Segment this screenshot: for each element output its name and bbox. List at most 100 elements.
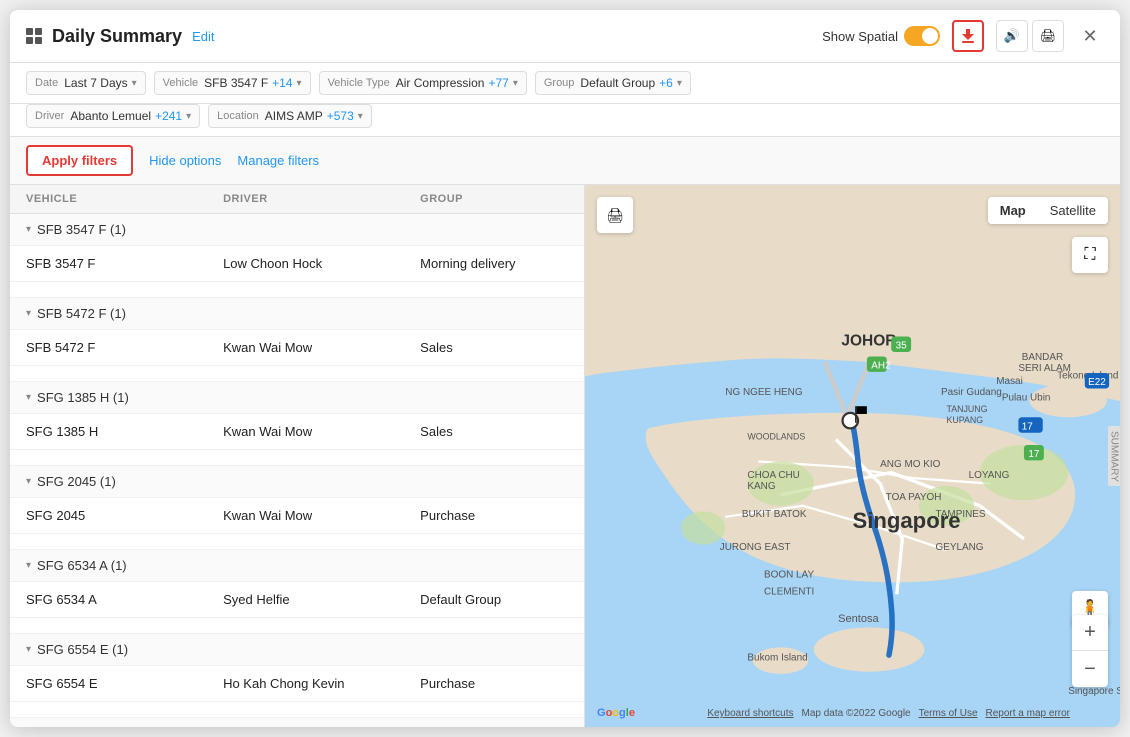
driver-cell: Syed Helfie [223,592,420,607]
map-type-map-button[interactable]: Map [988,197,1038,224]
filter-group-value: Default Group [580,76,655,90]
svg-text:GEYLANG: GEYLANG [935,542,983,553]
chevron-down-icon: ▾ [358,111,363,122]
show-spatial-container: Show Spatial [822,26,940,46]
speaker-button[interactable]: 🔊 [996,20,1028,52]
download-button[interactable] [952,20,984,52]
titlebar-left: Daily Summary Edit [26,26,214,47]
svg-text:NG NGEE HENG: NG NGEE HENG [725,387,802,398]
show-spatial-label: Show Spatial [822,29,898,44]
filter-vehicle-type-value: Air Compression [396,76,485,90]
table-row[interactable]: SFG 6554 E Ho Kah Chong Kevin Purchase [10,666,584,702]
table-row[interactable]: SFB 5472 F Kwan Wai Mow Sales [10,330,584,366]
main-window: Daily Summary Edit Show Spatial 🔊 [10,10,1120,727]
filter-location[interactable]: Location AIMS AMP +573 ▾ [208,104,372,128]
sidebar-collapse-handle[interactable]: SUMMARY [1108,426,1120,486]
google-letter-g: G [597,707,606,719]
svg-text:TANJUNG: TANJUNG [947,404,988,414]
hide-options-button[interactable]: Hide options [149,153,221,168]
driver-cell: Kwan Wai Mow [223,508,420,523]
fullscreen-icon: ⛶ [1084,246,1095,264]
group-row[interactable]: ▾SFB 3547 F (1) [10,214,584,246]
table-body: ▾SFB 3547 F (1) SFB 3547 F Low Choon Hoc… [10,214,584,727]
terms-of-use[interactable]: Terms of Use [919,708,978,719]
chevron-down-icon: ▾ [297,78,302,89]
keyboard-shortcuts[interactable]: Keyboard shortcuts [707,708,793,719]
filter-date[interactable]: Date Last 7 Days ▾ [26,71,146,95]
group-row[interactable]: ▾SFG 2045 (1) [10,466,584,498]
group-row[interactable]: ▾SFG 1385 H (1) [10,382,584,414]
main-content: VEHICLE DRIVER GROUP ▾SFB 3547 F (1) SFB… [10,185,1120,727]
chevron-icon: ▾ [26,392,31,403]
group-row[interactable]: ▾SFG 6534 A (1) [10,550,584,582]
filter-vehicle-type[interactable]: Vehicle Type Air Compression +77 ▾ [319,71,527,95]
chevron-down-icon: ▾ [186,111,191,122]
svg-text:Pulau Ubin: Pulau Ubin [1002,393,1051,404]
page-title: Daily Summary [52,26,182,47]
table-row[interactable]: SFG 2045 Kwan Wai Mow Purchase [10,498,584,534]
chevron-icon: ▾ [26,476,31,487]
chevron-icon: ▾ [26,644,31,655]
print-button[interactable]: 🖨 [1032,20,1064,52]
edit-link[interactable]: Edit [192,29,214,44]
table-row[interactable]: SFB 3547 F Low Choon Hock Morning delive… [10,246,584,282]
driver-cell: Kwan Wai Mow [223,424,420,439]
group-row[interactable]: ▾SFG 6554 E (1) [10,634,584,666]
svg-text:CLEMENTI: CLEMENTI [764,586,814,597]
svg-text:KANG: KANG [747,481,775,492]
show-spatial-toggle[interactable] [904,26,940,46]
driver-cell: Kwan Wai Mow [223,340,420,355]
map-background: JOHOR NG NGEE HENG WOODLANDS CHOA CHU KA… [585,185,1120,727]
group-label: SFG 6752 Z (1) [37,726,127,727]
filter-vehicle[interactable]: Vehicle SFB 3547 F +14 ▾ [154,71,311,95]
spacer-row [10,702,584,718]
download-icon [960,28,976,44]
chevron-icon: ▾ [26,308,31,319]
vehicle-cell: SFG 2045 [26,508,223,523]
svg-text:Pasir Gudang: Pasir Gudang [941,387,1002,398]
svg-text:KUPANG: KUPANG [947,415,984,425]
map-header-controls: 🖨 [597,197,633,233]
close-icon: ✕ [1082,26,1097,47]
filter-driver[interactable]: Driver Abanto Lemuel +241 ▾ [26,104,200,128]
group-cell: Sales [420,340,568,355]
filters-bar-row2: Driver Abanto Lemuel +241 ▾ Location AIM… [10,104,1120,137]
fullscreen-button[interactable]: ⛶ [1072,237,1108,273]
svg-text:35: 35 [896,341,908,352]
manage-filters-button[interactable]: Manage filters [237,153,319,168]
filter-group[interactable]: Group Default Group +6 ▾ [535,71,691,95]
close-button[interactable]: ✕ [1076,22,1104,50]
filter-driver-value: Abanto Lemuel [70,109,151,123]
vehicle-cell: SFG 6534 A [26,592,223,607]
grid-icon [26,28,42,44]
filter-vehicle-type-label: Vehicle Type [328,77,390,89]
report-map-error[interactable]: Report a map error [986,708,1070,719]
svg-text:WOODLANDS: WOODLANDS [747,431,805,441]
col-group: GROUP [420,193,568,205]
map-panel: JOHOR NG NGEE HENG WOODLANDS CHOA CHU KA… [585,185,1120,727]
spacer-row [10,534,584,550]
group-label: SFB 3547 F (1) [37,222,126,237]
svg-text:Masai: Masai [996,376,1023,387]
table-row[interactable]: SFG 6534 A Syed Helfie Default Group [10,582,584,618]
print-icon: 🖨 [1040,28,1057,44]
extra-icons: 🔊 🖨 [996,20,1064,52]
driver-cell: Ho Kah Chong Kevin [223,676,420,691]
svg-text:JURONG EAST: JURONG EAST [720,542,791,553]
spacer-row [10,450,584,466]
group-cell: Morning delivery [420,256,568,271]
svg-text:BANDAR: BANDAR [1022,352,1063,363]
map-type-satellite-button[interactable]: Satellite [1038,197,1108,224]
filter-location-value: AIMS AMP [265,109,323,123]
zoom-in-button[interactable]: + [1072,615,1108,651]
svg-text:E22: E22 [1088,377,1106,388]
group-row[interactable]: ▾SFG 6752 Z (1) [10,718,584,727]
vehicle-cell: SFG 6554 E [26,676,223,691]
zoom-out-button[interactable]: − [1072,651,1108,687]
apply-filters-button[interactable]: Apply filters [26,145,133,176]
col-vehicle: VEHICLE [26,193,223,205]
map-zoom-controls: + − [1072,615,1108,687]
table-row[interactable]: SFG 1385 H Kwan Wai Mow Sales [10,414,584,450]
group-row[interactable]: ▾SFB 5472 F (1) [10,298,584,330]
map-print-button[interactable]: 🖨 [597,197,633,233]
